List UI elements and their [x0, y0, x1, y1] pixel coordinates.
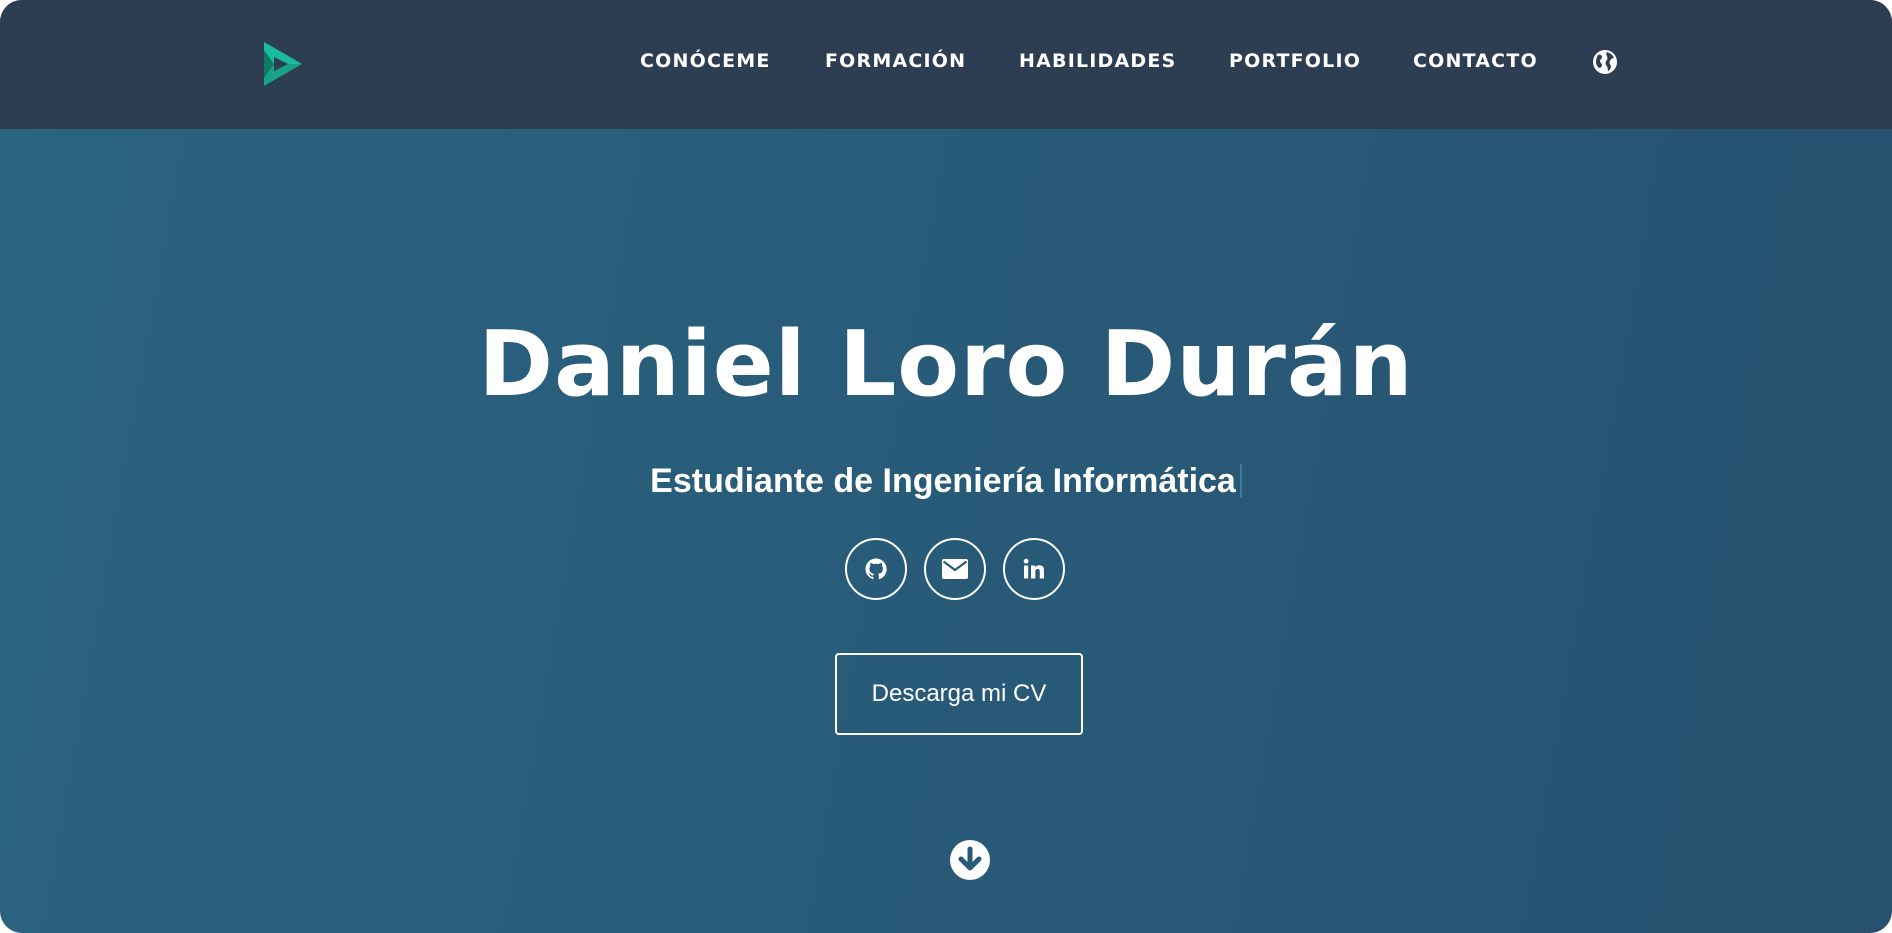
page: CONÓCEME FORMACIÓN HABILIDADES PORTFOLIO…	[0, 0, 1892, 933]
nav-item-formacion[interactable]: FORMACIÓN	[825, 48, 966, 74]
nav-item-habilidades[interactable]: HABILIDADES	[1019, 48, 1176, 74]
linkedin-link[interactable]	[1003, 538, 1065, 600]
email-link[interactable]	[924, 538, 986, 600]
download-cv-button[interactable]: Descarga mi CV	[835, 653, 1083, 735]
typing-caret	[1239, 464, 1242, 498]
arrow-down-circle-icon[interactable]	[950, 840, 990, 880]
navbar: CONÓCEME FORMACIÓN HABILIDADES PORTFOLIO…	[0, 0, 1892, 129]
hero-subtitle-text: Estudiante de Ingeniería Informática	[650, 462, 1236, 500]
nav-item-contacto[interactable]: CONTACTO	[1413, 48, 1538, 74]
hero-name: Daniel Loro Durán	[478, 312, 1414, 417]
github-icon	[865, 558, 887, 580]
github-link[interactable]	[845, 538, 907, 600]
nav-item-portfolio[interactable]: PORTFOLIO	[1229, 48, 1361, 74]
globe-icon[interactable]	[1592, 49, 1618, 75]
nav-item-conoceme[interactable]: CONÓCEME	[640, 48, 771, 74]
hero-subtitle: Estudiante de Ingeniería Informática	[0, 458, 1892, 504]
envelope-icon	[942, 559, 968, 579]
linkedin-icon	[1023, 558, 1044, 579]
